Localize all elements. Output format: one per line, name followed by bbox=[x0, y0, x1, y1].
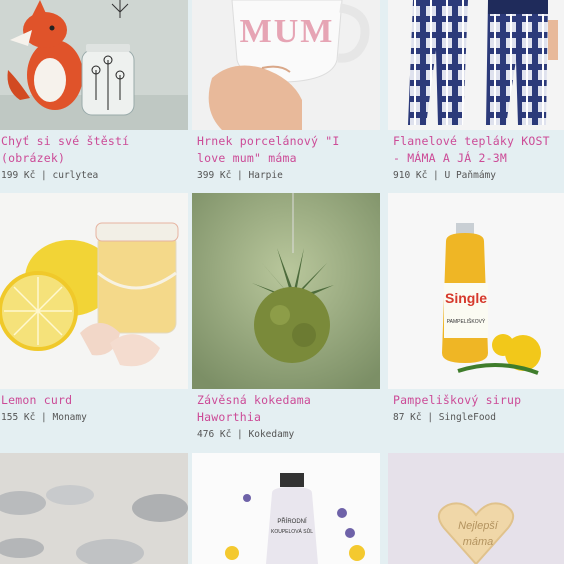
product-price: 399 Kč bbox=[197, 170, 232, 181]
product-seller[interactable]: Monamy bbox=[53, 412, 87, 423]
product-meta: 199 Kč | curlytea bbox=[0, 169, 188, 183]
product-title[interactable]: Závěsná kokedama Haworthia bbox=[192, 392, 380, 426]
product-card[interactable]: MUM Hrnek porcelánový "I love mum" máma … bbox=[192, 0, 380, 183]
product-image[interactable] bbox=[0, 453, 188, 564]
product-card[interactable] bbox=[0, 453, 188, 564]
product-meta: 155 Kč | Monamy bbox=[0, 411, 188, 425]
product-price: 155 Kč bbox=[1, 412, 36, 423]
product-seller[interactable]: Kokedamy bbox=[249, 429, 295, 440]
separator: | bbox=[231, 429, 249, 440]
product-price: 199 Kč bbox=[1, 170, 36, 181]
product-title[interactable]: Chyť si své štěstí (obrázek) bbox=[0, 133, 188, 167]
product-card[interactable]: Single PAMPELIŠKOVÝ Pampeliškový sirup 8… bbox=[388, 193, 564, 425]
mug-text: MUM bbox=[240, 13, 335, 50]
product-card[interactable]: PŘÍRODNÍ KOUPELOVÁ SŮL bbox=[192, 453, 380, 564]
salt-label-line-2: KOUPELOVÁ SŮL bbox=[271, 528, 313, 535]
product-price: 476 Kč bbox=[197, 429, 232, 440]
product-image[interactable] bbox=[0, 193, 188, 389]
separator: | bbox=[231, 170, 249, 181]
product-card[interactable]: Flanelové tepláky KOST - MÁMA A JÁ 2-3M … bbox=[388, 0, 564, 183]
separator: | bbox=[35, 170, 53, 181]
heart-cookie-line-1: Nejlepší bbox=[458, 520, 499, 532]
product-title[interactable]: Hrnek porcelánový "I love mum" máma bbox=[192, 133, 380, 167]
product-image[interactable]: Nejlepší máma bbox=[388, 453, 564, 564]
product-title[interactable]: Lemon curd bbox=[0, 392, 188, 409]
product-card[interactable]: Lemon curd 155 Kč | Monamy bbox=[0, 193, 188, 425]
product-card[interactable]: Závěsná kokedama Haworthia 476 Kč | Koke… bbox=[192, 193, 380, 442]
product-title[interactable]: Pampeliškový sirup bbox=[388, 392, 564, 409]
product-price: 910 Kč bbox=[393, 170, 428, 181]
separator: | bbox=[421, 412, 439, 423]
product-seller[interactable]: SingleFood bbox=[439, 412, 496, 423]
product-card[interactable]: Chyť si své štěstí (obrázek) 199 Kč | cu… bbox=[0, 0, 188, 183]
product-title[interactable]: Flanelové tepláky KOST - MÁMA A JÁ 2-3M bbox=[388, 133, 564, 167]
product-image[interactable]: MUM bbox=[192, 0, 380, 130]
product-meta: 476 Kč | Kokedamy bbox=[192, 428, 380, 442]
product-seller[interactable]: Harpie bbox=[249, 170, 283, 181]
separator: | bbox=[35, 412, 53, 423]
product-meta: 399 Kč | Harpie bbox=[192, 169, 380, 183]
product-image[interactable]: PŘÍRODNÍ KOUPELOVÁ SŮL bbox=[192, 453, 380, 564]
product-image[interactable] bbox=[192, 193, 380, 389]
syrup-brand: Single bbox=[445, 290, 487, 306]
product-card[interactable]: Nejlepší máma bbox=[388, 453, 564, 564]
product-seller[interactable]: curlytea bbox=[53, 170, 99, 181]
product-image[interactable]: Single PAMPELIŠKOVÝ bbox=[388, 193, 564, 389]
product-price: 87 Kč bbox=[393, 412, 422, 423]
product-meta: 87 Kč | SingleFood bbox=[388, 411, 564, 425]
product-meta: 910 Kč | U Paňmámy bbox=[388, 169, 564, 183]
product-grid: Chyť si své štěstí (obrázek) 199 Kč | cu… bbox=[0, 0, 564, 564]
product-seller[interactable]: U Paňmámy bbox=[445, 170, 496, 181]
salt-label-line-1: PŘÍRODNÍ bbox=[277, 517, 307, 525]
heart-cookie-line-2: máma bbox=[463, 536, 494, 548]
separator: | bbox=[427, 170, 445, 181]
product-image[interactable] bbox=[388, 0, 564, 130]
product-image[interactable] bbox=[0, 0, 188, 130]
syrup-label: PAMPELIŠKOVÝ bbox=[447, 318, 486, 325]
